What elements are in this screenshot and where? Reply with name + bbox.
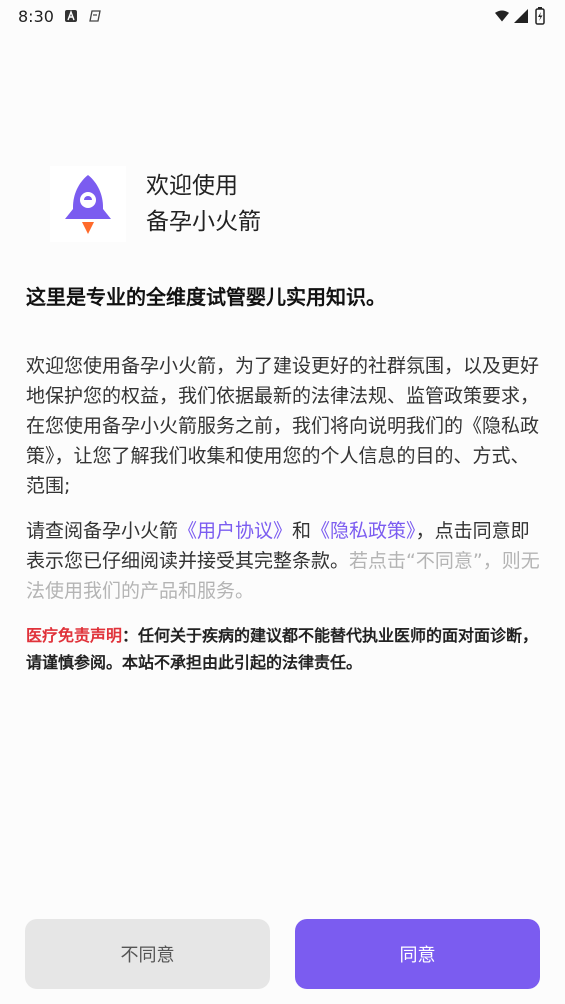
disclaimer-label: 医疗免责声明	[26, 626, 123, 645]
agree-button[interactable]: 同意	[295, 919, 540, 989]
notification-a-icon	[64, 9, 78, 23]
status-bar: 8:30	[0, 0, 565, 32]
intro-paragraph: 欢迎您使用备孕小火箭，为了建设更好的社群氛围，以及更好地保护您的权益，我们依据最…	[26, 355, 540, 497]
welcome-line1: 欢迎使用	[146, 173, 238, 199]
status-left: 8:30	[18, 7, 102, 26]
rocket-logo-icon	[65, 175, 111, 234]
privacy-policy-link[interactable]: 《隐私政策》	[311, 520, 416, 542]
status-right	[495, 7, 547, 25]
disagree-button[interactable]: 不同意	[25, 919, 270, 989]
signal-icon	[514, 9, 528, 23]
headline: 这里是专业的全维度试管婴儿实用知识。	[26, 285, 386, 309]
agreement-conjunction: 和	[292, 520, 312, 542]
agreement-paragraph: 请查阅备孕小火箭《用户协议》和《隐私政策》，点击同意即表示您已仔细阅读并接受其完…	[26, 516, 541, 606]
battery-charging-icon	[533, 7, 547, 25]
agreement-prefix: 请查阅备孕小火箭	[26, 520, 179, 542]
notification-shape-icon	[88, 9, 102, 23]
welcome-title: 欢迎使用 备孕小火箭	[146, 168, 261, 240]
app-logo	[50, 166, 126, 242]
medical-disclaimer: 医疗免责声明：任何关于疾病的建议都不能替代执业医师的面对面诊断，请谨慎参阅。本站…	[26, 622, 541, 676]
user-agreement-link[interactable]: 《用户协议》	[178, 520, 292, 542]
app-header: 欢迎使用 备孕小火箭	[50, 166, 261, 242]
welcome-line2: 备孕小火箭	[146, 209, 261, 235]
status-time: 8:30	[18, 6, 54, 26]
wifi-icon	[495, 9, 509, 23]
